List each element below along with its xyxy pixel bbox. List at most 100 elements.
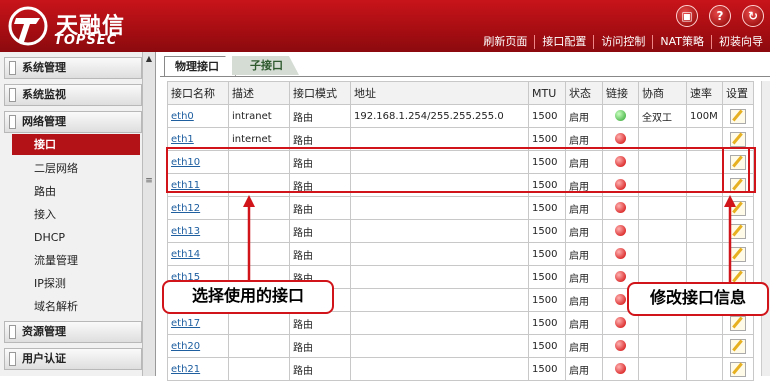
sidebar-section-label: 系统监视 bbox=[22, 88, 66, 101]
section-toggle-icon bbox=[9, 61, 16, 75]
table-row[interactable]: eth0 intranet 路由 192.168.1.254/255.255.255.… bbox=[167, 104, 754, 128]
interface-address bbox=[350, 357, 529, 381]
sidebar-item-l2-network[interactable]: 二层网络 bbox=[12, 158, 140, 179]
sidebar-item-ip-probe[interactable]: IP探测 bbox=[12, 273, 140, 294]
edit-icon[interactable] bbox=[730, 361, 746, 377]
interface-speed bbox=[686, 242, 723, 266]
app-header: 天融信 TOPSEC ▣ ? ↻ 刷新页面 接口配置 访问控制 NAT策略 初装… bbox=[0, 0, 770, 52]
interface-name-link[interactable]: eth17 bbox=[167, 311, 229, 335]
scroll-up-icon[interactable]: ▲ bbox=[143, 54, 155, 63]
table-row[interactable]: eth14 路由 1500 启用 bbox=[167, 242, 754, 266]
edit-icon[interactable] bbox=[730, 200, 746, 216]
interface-desc bbox=[228, 242, 290, 266]
interface-address bbox=[350, 288, 529, 312]
interface-negotiation bbox=[638, 334, 687, 358]
nav-access-control[interactable]: 访问控制 bbox=[593, 35, 652, 49]
interface-mtu: 1500 bbox=[528, 288, 566, 312]
highlight-settings-icons bbox=[722, 147, 750, 193]
table-row[interactable]: eth13 路由 1500 启用 bbox=[167, 219, 754, 243]
sidebar-section-label: 网络管理 bbox=[22, 115, 66, 128]
sidebar-section-network[interactable]: 网络管理 bbox=[4, 111, 142, 133]
tab-divider bbox=[160, 76, 770, 77]
table-row[interactable]: eth12 路由 1500 启用 bbox=[167, 196, 754, 220]
tab-bar: 物理接口 子接口 bbox=[164, 56, 299, 76]
interface-name-link[interactable]: eth21 bbox=[167, 357, 229, 381]
interface-mode: 路由 bbox=[289, 104, 351, 128]
link-cell bbox=[602, 357, 639, 381]
nav-setup-wizard[interactable]: 初装向导 bbox=[711, 35, 770, 49]
table-row[interactable]: eth21 路由 1500 启用 bbox=[167, 357, 754, 381]
topsec-logo: 天融信 TOPSEC bbox=[4, 4, 154, 48]
sidebar-item-traffic[interactable]: 流量管理 bbox=[12, 250, 140, 271]
sidebar-item-dns[interactable]: 域名解析 bbox=[12, 296, 140, 317]
sidebar-item-routing[interactable]: 路由 bbox=[12, 181, 140, 202]
interface-status: 启用 bbox=[565, 311, 603, 335]
link-down-icon bbox=[615, 133, 626, 145]
sidebar: 系统管理 系统监视 网络管理 接口 二层网络 路由 接入 DHCP 流量管理 I… bbox=[0, 52, 156, 376]
sidebar-section-label: 资源管理 bbox=[22, 325, 66, 338]
tab-physical-interface[interactable]: 物理接口 bbox=[164, 56, 236, 76]
interface-mtu: 1500 bbox=[528, 357, 566, 381]
section-toggle-icon bbox=[9, 115, 16, 129]
interface-speed bbox=[686, 196, 723, 220]
sidebar-section-user-auth[interactable]: 用户认证 bbox=[4, 348, 142, 370]
interface-name-link[interactable]: eth13 bbox=[167, 219, 229, 243]
help-icon[interactable]: ? bbox=[709, 5, 731, 27]
col-header-addr: 地址 bbox=[350, 81, 529, 105]
edit-icon[interactable] bbox=[730, 338, 746, 354]
table-row[interactable]: eth20 路由 1500 启用 bbox=[167, 334, 754, 358]
interface-address bbox=[350, 265, 529, 289]
tab-sub-interface[interactable]: 子接口 bbox=[232, 56, 299, 75]
settings-cell bbox=[722, 196, 754, 220]
sidebar-item-dhcp[interactable]: DHCP bbox=[12, 227, 140, 248]
link-down-icon bbox=[615, 202, 626, 214]
col-header-mode: 接口模式 bbox=[289, 81, 351, 105]
sidebar-item-access[interactable]: 接入 bbox=[12, 204, 140, 225]
sidebar-section-monitor[interactable]: 系统监视 bbox=[4, 84, 142, 106]
table-scrollbar[interactable] bbox=[761, 81, 770, 376]
callout-select-interface: 选择使用的接口 bbox=[162, 280, 334, 314]
interface-name-link[interactable]: eth20 bbox=[167, 334, 229, 358]
nav-refresh[interactable]: 刷新页面 bbox=[476, 35, 534, 49]
interface-mtu: 1500 bbox=[528, 242, 566, 266]
interface-desc: intranet bbox=[228, 104, 290, 128]
interface-speed: 100M bbox=[686, 104, 723, 128]
edit-icon[interactable] bbox=[730, 223, 746, 239]
interface-name-link[interactable]: eth0 bbox=[167, 104, 229, 128]
sidebar-section-label: 系统管理 bbox=[22, 61, 66, 74]
sidebar-section-resource[interactable]: 资源管理 bbox=[4, 321, 142, 343]
interface-name-link[interactable]: eth14 bbox=[167, 242, 229, 266]
interface-desc bbox=[228, 219, 290, 243]
col-header-desc: 描述 bbox=[228, 81, 290, 105]
interface-address bbox=[350, 196, 529, 220]
interface-mtu: 1500 bbox=[528, 104, 566, 128]
sidebar-item-interface[interactable]: 接口 bbox=[12, 134, 140, 155]
interface-mtu: 1500 bbox=[528, 265, 566, 289]
interface-negotiation bbox=[638, 196, 687, 220]
settings-cell bbox=[722, 104, 754, 128]
interface-negotiation bbox=[638, 219, 687, 243]
edit-icon[interactable] bbox=[730, 108, 746, 124]
scroll-grip-icon[interactable]: ≡ bbox=[143, 176, 155, 186]
settings-cell bbox=[722, 219, 754, 243]
interface-status: 启用 bbox=[565, 265, 603, 289]
edit-icon[interactable] bbox=[730, 315, 746, 331]
edit-icon[interactable] bbox=[730, 131, 746, 147]
logo-mark-icon bbox=[8, 6, 48, 46]
sidebar-section-system[interactable]: 系统管理 bbox=[4, 57, 142, 79]
save-icon[interactable]: ▣ bbox=[676, 5, 698, 27]
sidebar-scrollbar[interactable]: ▲ ≡ bbox=[142, 52, 155, 376]
interface-name-link[interactable]: eth12 bbox=[167, 196, 229, 220]
logout-icon[interactable]: ↻ bbox=[742, 5, 764, 27]
settings-cell bbox=[722, 242, 754, 266]
interface-negotiation: 全双工 bbox=[638, 104, 687, 128]
interface-desc bbox=[228, 196, 290, 220]
nav-interface-config[interactable]: 接口配置 bbox=[534, 35, 593, 49]
link-down-icon bbox=[615, 271, 626, 283]
interface-address bbox=[350, 242, 529, 266]
edit-icon[interactable] bbox=[730, 246, 746, 262]
interface-status: 启用 bbox=[565, 104, 603, 128]
col-header-name: 接口名称 bbox=[167, 81, 229, 105]
nav-nat-policy[interactable]: NAT策略 bbox=[652, 35, 711, 49]
interface-address: 192.168.1.254/255.255.255.0 bbox=[350, 104, 529, 128]
